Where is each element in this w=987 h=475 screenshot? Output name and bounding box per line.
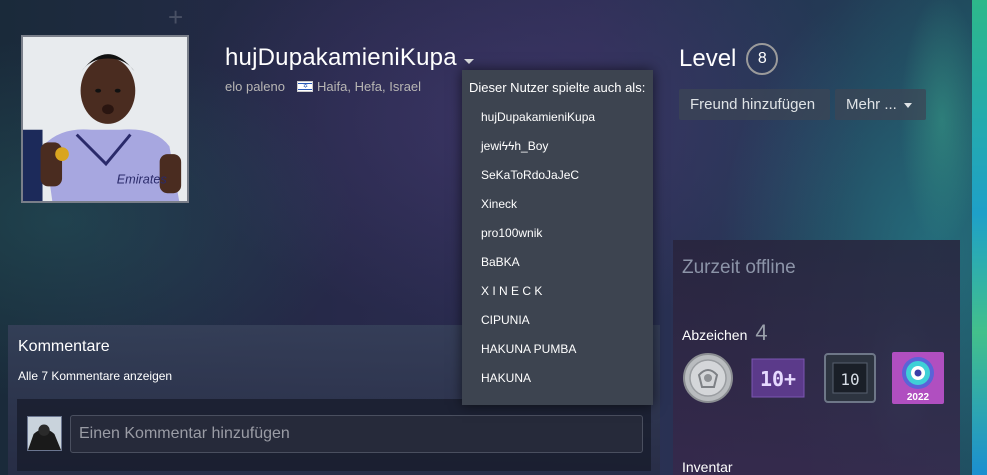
- comment-entry-area: [17, 399, 651, 471]
- alias-item[interactable]: hujDupakamieniKupa: [462, 103, 653, 132]
- alias-item[interactable]: X I N E C K: [462, 277, 653, 306]
- alias-item[interactable]: pro100wnik: [462, 219, 653, 248]
- svg-text:2022: 2022: [907, 392, 930, 403]
- background-plus-mark: +: [168, 2, 184, 32]
- svg-text:Emirates: Emirates: [117, 172, 168, 186]
- badge-ten-games[interactable]: 10: [823, 351, 877, 405]
- level-row: Level 8: [679, 43, 779, 75]
- steam-2022-badge-icon: 2022: [892, 352, 944, 404]
- chevron-down-icon: [903, 103, 912, 108]
- svg-text:10+: 10+: [760, 367, 796, 391]
- alias-dropdown-caret-icon[interactable]: [463, 58, 474, 64]
- alias-item[interactable]: HAKUNA: [462, 364, 653, 393]
- commenter-avatar-image: [28, 417, 61, 450]
- alias-dropdown-header: Dieser Nutzer spielte auch als:: [469, 80, 646, 95]
- profile-right-panel: Zurzeit offline Abzeichen 4 10+ 10 2022 …: [673, 240, 960, 475]
- alias-item[interactable]: CIPUNIA: [462, 306, 653, 335]
- alias-item[interactable]: BaBKA: [462, 248, 653, 277]
- background-edge-stripe: [972, 0, 987, 475]
- profile-subinfo: elo paleno ✡ Haifa, Hefa, Israel: [225, 79, 421, 94]
- level-badge[interactable]: 8: [746, 43, 779, 75]
- persona-name: hujDupakamieniKupa: [225, 44, 457, 71]
- more-button-label: Mehr ...: [846, 96, 897, 113]
- persona-name-row: hujDupakamieniKupa: [225, 44, 474, 72]
- commenter-avatar: [27, 416, 62, 451]
- alias-item[interactable]: HAKUNA PUMBA: [462, 335, 653, 364]
- alias-item[interactable]: SeKaToRdoJaJeC: [462, 161, 653, 190]
- badges-title: Abzeichen: [682, 327, 748, 343]
- real-name: elo paleno: [225, 79, 285, 94]
- alias-list: hujDupakamieniKupa jewiϟϟh_Boy SeKaToRdo…: [462, 103, 653, 393]
- inventory-title[interactable]: Inventar: [682, 459, 733, 475]
- view-all-comments-link[interactable]: Alle 7 Kommentare anzeigen: [18, 369, 172, 383]
- alias-item[interactable]: jewiϟϟh_Boy: [462, 132, 653, 161]
- badge-steam-2022[interactable]: 2022: [891, 351, 945, 405]
- location: Haifa, Hefa, Israel: [317, 79, 422, 94]
- ten-plus-years-badge-icon: 10+: [751, 358, 805, 398]
- badge-silver-coin[interactable]: [681, 351, 735, 405]
- comment-input[interactable]: [70, 415, 643, 453]
- svg-text:10: 10: [840, 370, 859, 389]
- badges-count: 4: [755, 320, 768, 345]
- silver-coin-badge-icon: [683, 353, 733, 403]
- badge-ten-plus-years[interactable]: 10+: [751, 351, 805, 405]
- ten-games-badge-icon: 10: [824, 353, 876, 403]
- profile-avatar[interactable]: Emirates: [21, 35, 189, 203]
- alias-history-dropdown: Dieser Nutzer spielte auch als: hujDupak…: [462, 70, 653, 405]
- more-button[interactable]: Mehr ...: [835, 89, 926, 120]
- avatar-image: Emirates: [23, 37, 187, 201]
- online-status: Zurzeit offline: [682, 257, 796, 278]
- badges-header[interactable]: Abzeichen 4: [682, 320, 768, 346]
- add-friend-button[interactable]: Freund hinzufügen: [679, 89, 830, 120]
- israel-flag-icon: ✡: [297, 81, 313, 92]
- comments-title: Kommentare: [18, 338, 110, 355]
- alias-item[interactable]: Xineck: [462, 190, 653, 219]
- level-label: Level: [679, 45, 737, 72]
